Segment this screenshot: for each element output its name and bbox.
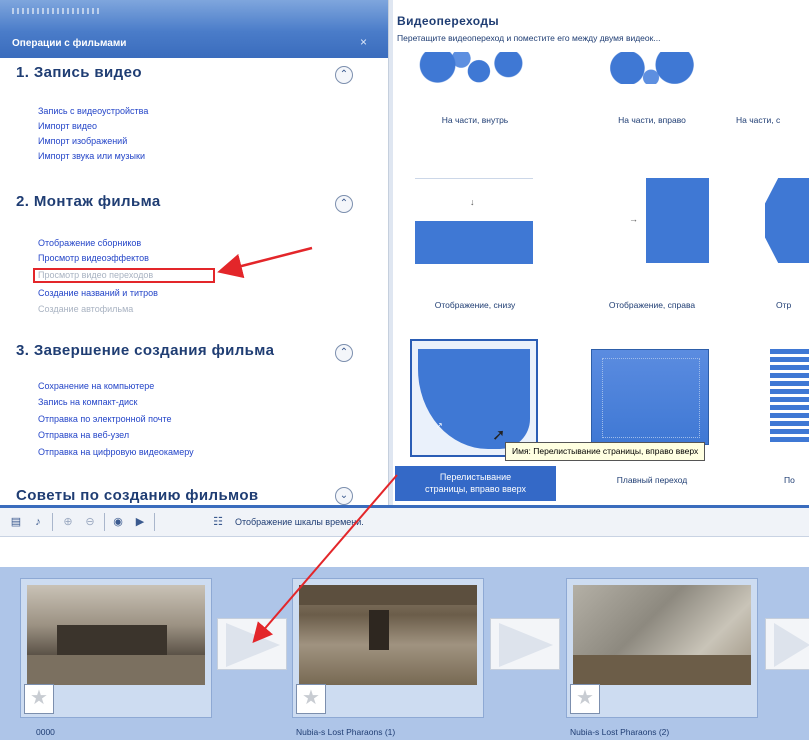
annotation-arrows	[217, 246, 398, 644]
annotation-arrow-to-storyboard	[252, 474, 398, 644]
annotation-arrow-to-link	[217, 246, 313, 279]
